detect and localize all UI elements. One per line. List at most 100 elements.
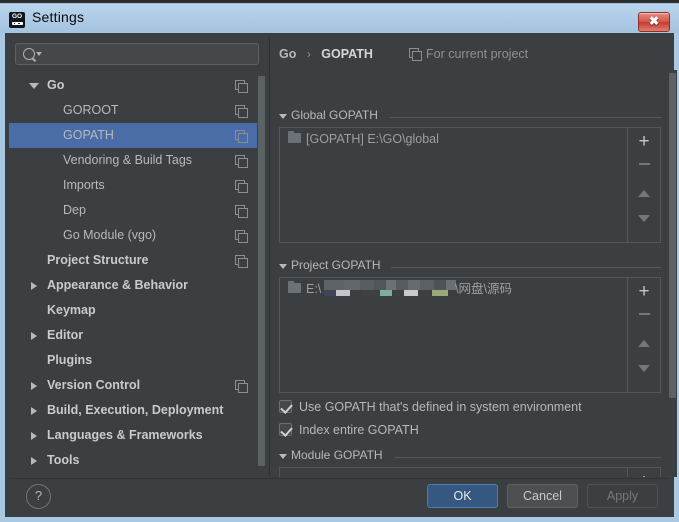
- redaction-block: [362, 290, 380, 296]
- settings-dialog: Go GOROOT GOPATH Vendoring & Build Tags Impo…: [5, 33, 677, 517]
- copy-icon[interactable]: [235, 105, 248, 118]
- search-input[interactable]: [44, 44, 256, 66]
- project-gopath-items[interactable]: E:\ \网盘\源码: [280, 278, 628, 392]
- chevron-right-icon[interactable]: [31, 282, 37, 290]
- copy-icon[interactable]: [235, 155, 248, 168]
- list-item[interactable]: [GOPATH] E:\GO\global: [280, 128, 628, 150]
- module-gopath-items[interactable]: [280, 468, 628, 477]
- sidebar-item-goroot[interactable]: GOROOT: [9, 98, 261, 123]
- goland-go-icon: GO: [9, 12, 25, 28]
- sidebar-item-label: Project Structure: [47, 253, 149, 267]
- redaction-block: [324, 280, 344, 290]
- folder-icon: [288, 130, 301, 143]
- sidebar-item-build-execution-deployment[interactable]: Build, Execution, Deployment: [9, 398, 261, 423]
- close-button[interactable]: ✖: [638, 12, 670, 32]
- collapse-triangle-icon[interactable]: [279, 114, 287, 119]
- copy-icon[interactable]: [235, 205, 248, 218]
- redaction-block: [408, 280, 420, 290]
- chevron-right-icon[interactable]: [31, 382, 37, 390]
- main-scrollbar-thumb[interactable]: [669, 73, 676, 398]
- copy-icon[interactable]: [235, 80, 248, 93]
- for-current-project-text: For current project: [426, 47, 529, 61]
- sidebar-scrollbar-thumb[interactable]: [258, 76, 265, 466]
- search-box[interactable]: [15, 43, 259, 66]
- move-up-global-gopath-button[interactable]: [638, 190, 650, 197]
- use-system-gopath-checkbox[interactable]: [279, 400, 293, 414]
- panel-divider: [269, 37, 270, 477]
- global-gopath-section-header: Global GOPATH: [279, 108, 661, 125]
- chevron-down-icon[interactable]: [29, 83, 39, 89]
- sidebar-item-plugins[interactable]: Plugins: [9, 348, 261, 373]
- copy-icon[interactable]: [235, 380, 248, 393]
- list-item[interactable]: E:\ \网盘\源码: [280, 278, 628, 300]
- redaction-block: [404, 290, 418, 296]
- apply-button[interactable]: Apply: [587, 484, 658, 508]
- copy-icon[interactable]: [235, 230, 248, 243]
- folder-icon: [288, 280, 301, 293]
- collapse-triangle-icon[interactable]: [279, 264, 287, 269]
- sidebar-item-version-control[interactable]: Version Control: [9, 373, 261, 398]
- sidebar-item-go[interactable]: Go: [9, 73, 261, 98]
- sidebar-item-gopath[interactable]: GOPATH: [9, 123, 261, 148]
- global-gopath-items[interactable]: [GOPATH] E:\GO\global: [280, 128, 628, 242]
- redaction-block: [434, 280, 446, 290]
- sidebar-item-editor[interactable]: Editor: [9, 323, 261, 348]
- global-gopath-title: Global GOPATH: [291, 108, 378, 122]
- add-global-gopath-button[interactable]: +: [628, 132, 660, 152]
- sidebar-item-label: GOROOT: [63, 103, 119, 117]
- project-gopath-list[interactable]: E:\ \网盘\源码 +: [279, 277, 661, 393]
- move-up-project-gopath-button[interactable]: [638, 340, 650, 347]
- breadcrumb-parent[interactable]: Go: [279, 47, 296, 61]
- sidebar-item-label: Appearance & Behavior: [47, 278, 189, 292]
- sidebar-item-tools[interactable]: Tools: [9, 448, 261, 473]
- window-title: Settings: [32, 9, 85, 25]
- sidebar-item-go-module-vgo[interactable]: Go Module (vgo): [9, 223, 261, 248]
- copy-icon[interactable]: [235, 255, 248, 268]
- chevron-right-icon[interactable]: [31, 432, 37, 440]
- global-gopath-buttons: +: [627, 128, 660, 242]
- sidebar-item-vendoring-build-tags[interactable]: Vendoring & Build Tags: [9, 148, 261, 173]
- close-icon: ✖: [648, 14, 660, 28]
- chevron-right-icon[interactable]: [31, 407, 37, 415]
- index-entire-gopath-checkbox[interactable]: [279, 423, 293, 437]
- ok-button[interactable]: OK: [427, 484, 498, 508]
- sidebar-item-imports[interactable]: Imports: [9, 173, 261, 198]
- chevron-right-icon[interactable]: [31, 332, 37, 340]
- sidebar-item-dep[interactable]: Dep: [9, 198, 261, 223]
- module-gopath-section-header: Module GOPATH: [279, 448, 661, 465]
- gopath-settings-panel: Go › GOPATH For current project Global G…: [271, 37, 667, 477]
- cancel-button[interactable]: Cancel: [507, 484, 578, 508]
- remove-global-gopath-button[interactable]: [639, 163, 650, 165]
- chevron-down-icon[interactable]: [36, 52, 42, 56]
- add-module-gopath-button[interactable]: +: [628, 472, 660, 478]
- remove-project-gopath-button[interactable]: [639, 313, 650, 315]
- project-gopath-suffix: \网盘\源码: [455, 282, 512, 296]
- collapse-triangle-icon[interactable]: [279, 454, 287, 459]
- move-down-project-gopath-button[interactable]: [638, 365, 650, 372]
- section-rule: [391, 267, 661, 268]
- project-gopath-prefix: E:\: [306, 282, 322, 296]
- global-gopath-list[interactable]: [GOPATH] E:\GO\global +: [279, 127, 661, 243]
- sidebar-item-appearance-behavior[interactable]: Appearance & Behavior: [9, 273, 261, 298]
- copy-icon[interactable]: [235, 180, 248, 193]
- sidebar-item-keymap[interactable]: Keymap: [9, 298, 261, 323]
- sidebar-item-languages-frameworks[interactable]: Languages & Frameworks: [9, 423, 261, 448]
- chevron-right-icon[interactable]: [31, 457, 37, 465]
- redaction-block: [420, 290, 430, 296]
- move-down-global-gopath-button[interactable]: [638, 215, 650, 222]
- search-icon-handle: [30, 57, 36, 62]
- add-project-gopath-button[interactable]: +: [628, 282, 660, 302]
- copy-icon[interactable]: [235, 130, 248, 143]
- help-button[interactable]: ?: [26, 484, 51, 509]
- project-gopath-title: Project GOPATH: [291, 258, 381, 272]
- sidebar-item-label: Plugins: [47, 353, 93, 367]
- sidebar-item-label: Go Module (vgo): [63, 228, 157, 242]
- sidebar-item-label: Keymap: [47, 303, 96, 317]
- settings-sidebar: Go GOROOT GOPATH Vendoring & Build Tags Impo…: [9, 37, 267, 477]
- module-gopath-list[interactable]: +: [279, 467, 661, 477]
- copy-icon: [409, 48, 422, 61]
- index-entire-gopath-label: Index entire GOPATH: [299, 423, 419, 437]
- sidebar-item-project-structure[interactable]: Project Structure: [9, 248, 261, 273]
- redaction-block: [360, 280, 374, 290]
- settings-tree[interactable]: Go GOROOT GOPATH Vendoring & Build Tags Impo…: [9, 73, 261, 477]
